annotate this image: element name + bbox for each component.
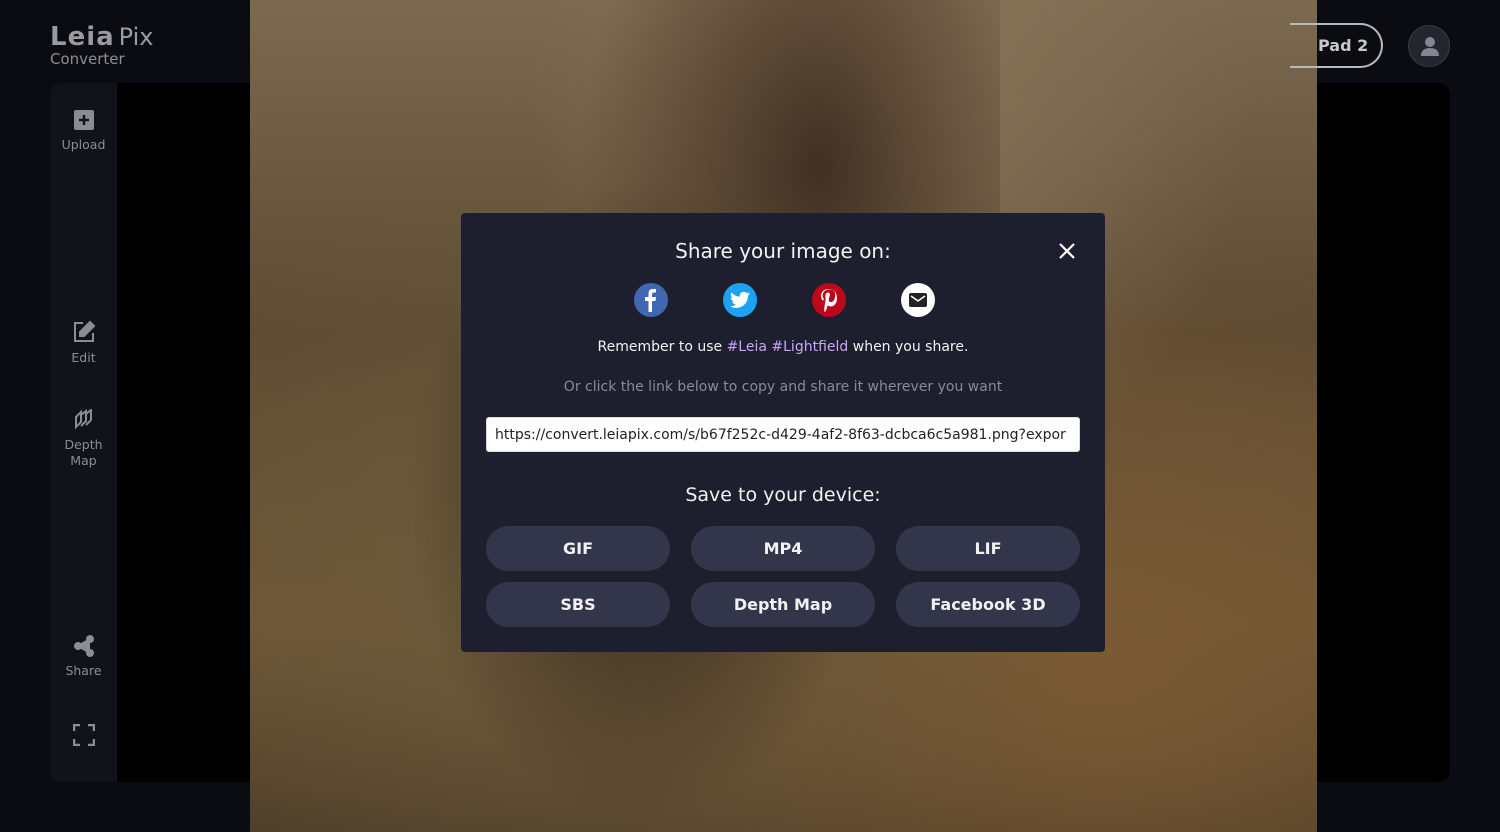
share-icon: [73, 635, 94, 657]
save-mp4-button[interactable]: MP4: [691, 526, 875, 571]
modal-title: Share your image on:: [675, 239, 891, 263]
plus-square-icon: [73, 110, 94, 130]
sidebar-item-edit[interactable]: Edit: [50, 320, 117, 366]
edit-icon: [73, 320, 95, 342]
save-lif-button[interactable]: LIF: [896, 526, 1080, 571]
hashtag-reminder: Remember to use #Leia #Lightfield when y…: [461, 339, 1105, 355]
save-title: Save to your device:: [685, 484, 881, 506]
sidebar-item-upload[interactable]: Upload: [50, 109, 117, 153]
email-share-button[interactable]: [901, 283, 935, 317]
facebook-icon: [645, 289, 656, 312]
pinterest-icon: [821, 289, 837, 312]
logo-subtitle: Converter: [50, 50, 125, 68]
pinterest-share-button[interactable]: [812, 283, 846, 317]
fullscreen-icon: [72, 724, 95, 746]
copy-link-hint: Or click the link below to copy and shar…: [563, 379, 1003, 395]
sidebar-item-label: Share: [65, 663, 102, 678]
share-modal: Share your image on: Remember to use #Le…: [461, 213, 1105, 652]
save-gif-button[interactable]: GIF: [486, 526, 670, 571]
layers-icon: [74, 409, 92, 430]
sidebar-item-depth-map[interactable]: Depth Map: [50, 409, 117, 469]
facebook-share-button[interactable]: [634, 283, 668, 317]
twitter-share-button[interactable]: [723, 283, 757, 317]
hashtag-leia: #Leia: [726, 339, 767, 355]
hashtag-lightfield: #Lightfield: [771, 339, 849, 355]
save-sbs-button[interactable]: SBS: [486, 582, 670, 627]
user-icon: [1421, 37, 1439, 56]
sidebar-item-fullscreen[interactable]: [50, 724, 117, 752]
save-depth-map-button[interactable]: Depth Map: [691, 582, 875, 627]
close-icon[interactable]: [1057, 241, 1077, 261]
logo-suffix: Pix: [118, 23, 154, 51]
logo[interactable]: Leia Pix Converter: [50, 22, 154, 68]
canvas-area: [117, 83, 257, 782]
sidebar-item-label: Upload: [61, 137, 106, 152]
email-icon: [909, 293, 927, 307]
device-button[interactable]: Pad 2: [1290, 23, 1383, 68]
share-link-input[interactable]: [486, 417, 1080, 452]
logo-brand: Leia: [50, 22, 115, 52]
save-facebook-3d-button[interactable]: Facebook 3D: [896, 582, 1080, 627]
sidebar: Upload Edit Depth Map Share: [50, 83, 117, 782]
sidebar-item-share[interactable]: Share: [50, 635, 117, 679]
sidebar-item-label: Edit: [71, 350, 96, 365]
avatar[interactable]: [1408, 25, 1450, 67]
reminder-text: Remember to use: [597, 339, 727, 355]
twitter-icon: [730, 291, 750, 308]
canvas-area-right: [1300, 83, 1450, 782]
reminder-text-end: when you share.: [848, 339, 969, 355]
sidebar-item-label: Depth Map: [64, 437, 103, 468]
